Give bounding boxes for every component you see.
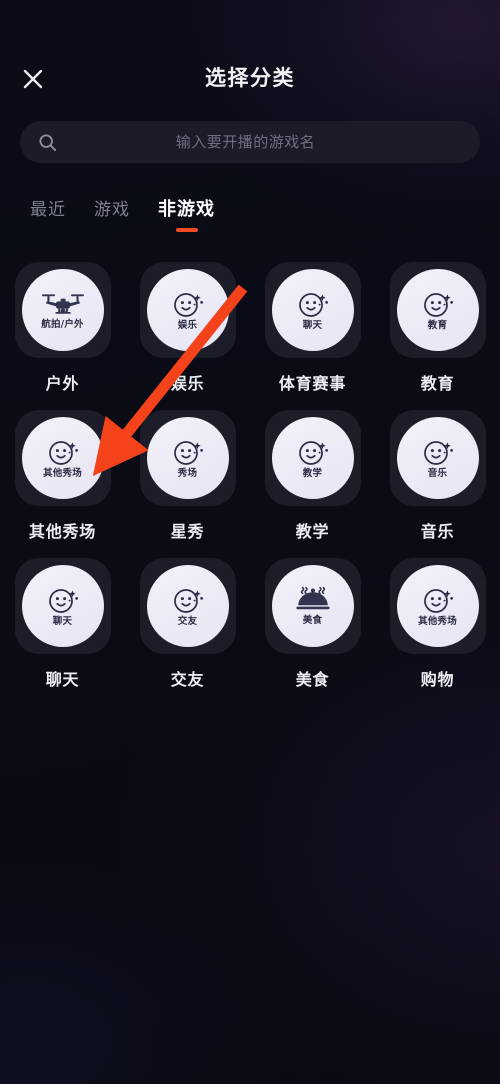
- tab-bar: 最近 游戏 非游戏: [16, 198, 229, 232]
- smiley-icon: [171, 585, 205, 615]
- drone-icon: [40, 290, 86, 318]
- category-icon-circle: 其他秀场: [396, 565, 479, 647]
- category-icon-text: 秀场: [177, 468, 198, 480]
- category-icon-text: 教学: [302, 468, 323, 480]
- category-grid: 航拍/户外 户外 娱乐 娱乐 聊天 体育赛事 教育 教育 其他秀场 其他秀场 秀…: [0, 262, 500, 706]
- smiley-icon: [421, 289, 455, 319]
- category-icon-circle: 美食: [271, 565, 354, 647]
- category-label: 娱乐: [170, 374, 205, 393]
- category-icon-text: 其他秀场: [43, 468, 82, 480]
- category-label: 其他秀场: [28, 522, 97, 541]
- category-card: 航拍/户外: [14, 262, 111, 358]
- category-item-购物[interactable]: 其他秀场 购物: [375, 558, 500, 690]
- category-icon-text: 娱乐: [177, 320, 198, 332]
- category-icon-text: 聊天: [302, 320, 323, 332]
- search-input[interactable]: [57, 121, 480, 163]
- category-icon-text: 航拍/户外: [41, 319, 84, 331]
- tab-0[interactable]: 最近: [16, 198, 80, 222]
- category-label: 户外: [45, 374, 80, 393]
- category-icon-circle: 秀场: [146, 417, 229, 499]
- category-card: 教育: [389, 262, 486, 358]
- category-icon-circle: 聊天: [21, 565, 104, 647]
- smiley-icon: [296, 289, 330, 319]
- category-card: 其他秀场: [389, 558, 486, 654]
- category-card: 音乐: [389, 410, 486, 506]
- category-card: 教学: [264, 410, 361, 506]
- category-label: 教育: [420, 374, 455, 393]
- category-icon-text: 美食: [302, 615, 323, 627]
- search-icon: [38, 133, 57, 152]
- tab-1[interactable]: 游戏: [80, 198, 144, 222]
- category-icon-circle: 航拍/户外: [21, 269, 104, 351]
- category-icon-circle: 教学: [271, 417, 354, 499]
- tab-label: 最近: [30, 200, 66, 220]
- category-card: 交友: [139, 558, 236, 654]
- category-row: 其他秀场 其他秀场 秀场 星秀 教学 教学 音乐 音乐: [0, 410, 500, 542]
- tab-2[interactable]: 非游戏: [144, 198, 229, 232]
- category-item-音乐[interactable]: 音乐 音乐: [375, 410, 500, 542]
- category-icon-text: 交友: [177, 616, 198, 628]
- category-item-交友[interactable]: 交友 交友: [125, 558, 250, 690]
- category-row: 航拍/户外 户外 娱乐 娱乐 聊天 体育赛事 教育 教育: [0, 262, 500, 394]
- category-item-聊天[interactable]: 聊天 聊天: [0, 558, 125, 690]
- category-item-其他秀场[interactable]: 其他秀场 其他秀场: [0, 410, 125, 542]
- category-item-娱乐[interactable]: 娱乐 娱乐: [125, 262, 250, 394]
- smiley-icon: [171, 437, 205, 467]
- category-card: 聊天: [14, 558, 111, 654]
- category-label: 体育赛事: [278, 374, 347, 393]
- category-picker-screen: 选择分类 最近 游戏 非游戏 航拍/户外户外: [0, 0, 500, 1084]
- tab-label: 非游戏: [158, 199, 215, 220]
- food-dome-icon: [293, 586, 333, 614]
- category-icon-circle: 聊天: [271, 269, 354, 351]
- category-icon-circle: 娱乐: [146, 269, 229, 351]
- smiley-icon: [171, 289, 205, 319]
- category-icon-circle: 交友: [146, 565, 229, 647]
- category-icon-text: 教育: [427, 320, 448, 332]
- category-label: 音乐: [420, 522, 455, 541]
- category-card: 其他秀场: [14, 410, 111, 506]
- category-item-美食[interactable]: 美食 美食: [250, 558, 375, 690]
- tab-label: 游戏: [94, 200, 130, 220]
- category-item-户外[interactable]: 航拍/户外户外: [0, 262, 125, 394]
- smiley-icon: [421, 437, 455, 467]
- category-item-星秀[interactable]: 秀场 星秀: [125, 410, 250, 542]
- smiley-icon: [421, 585, 455, 615]
- category-row: 聊天 聊天 交友 交友 美食 美食 其他秀场 购物: [0, 558, 500, 690]
- page-title: 选择分类: [205, 66, 295, 90]
- category-label: 教学: [295, 522, 330, 541]
- category-icon-text: 其他秀场: [418, 616, 457, 628]
- category-item-教学[interactable]: 教学 教学: [250, 410, 375, 542]
- category-card: 聊天: [264, 262, 361, 358]
- category-icon-circle: 其他秀场: [21, 417, 104, 499]
- category-icon-text: 聊天: [52, 616, 73, 628]
- category-label: 购物: [420, 670, 455, 689]
- category-icon-circle: 教育: [396, 269, 479, 351]
- category-item-教育[interactable]: 教育 教育: [375, 262, 500, 394]
- smiley-icon: [46, 585, 80, 615]
- category-label: 美食: [295, 670, 330, 689]
- category-card: 娱乐: [139, 262, 236, 358]
- search-bar[interactable]: [20, 121, 480, 163]
- category-card: 美食: [264, 558, 361, 654]
- smiley-icon: [296, 437, 330, 467]
- tab-active-indicator: [175, 228, 198, 232]
- category-label: 星秀: [170, 522, 205, 541]
- smiley-icon: [46, 437, 80, 467]
- category-icon-text: 音乐: [427, 468, 448, 480]
- category-card: 秀场: [139, 410, 236, 506]
- category-item-体育赛事[interactable]: 聊天 体育赛事: [250, 262, 375, 394]
- category-label: 交友: [170, 670, 205, 689]
- category-icon-circle: 音乐: [396, 417, 479, 499]
- category-label: 聊天: [45, 670, 80, 689]
